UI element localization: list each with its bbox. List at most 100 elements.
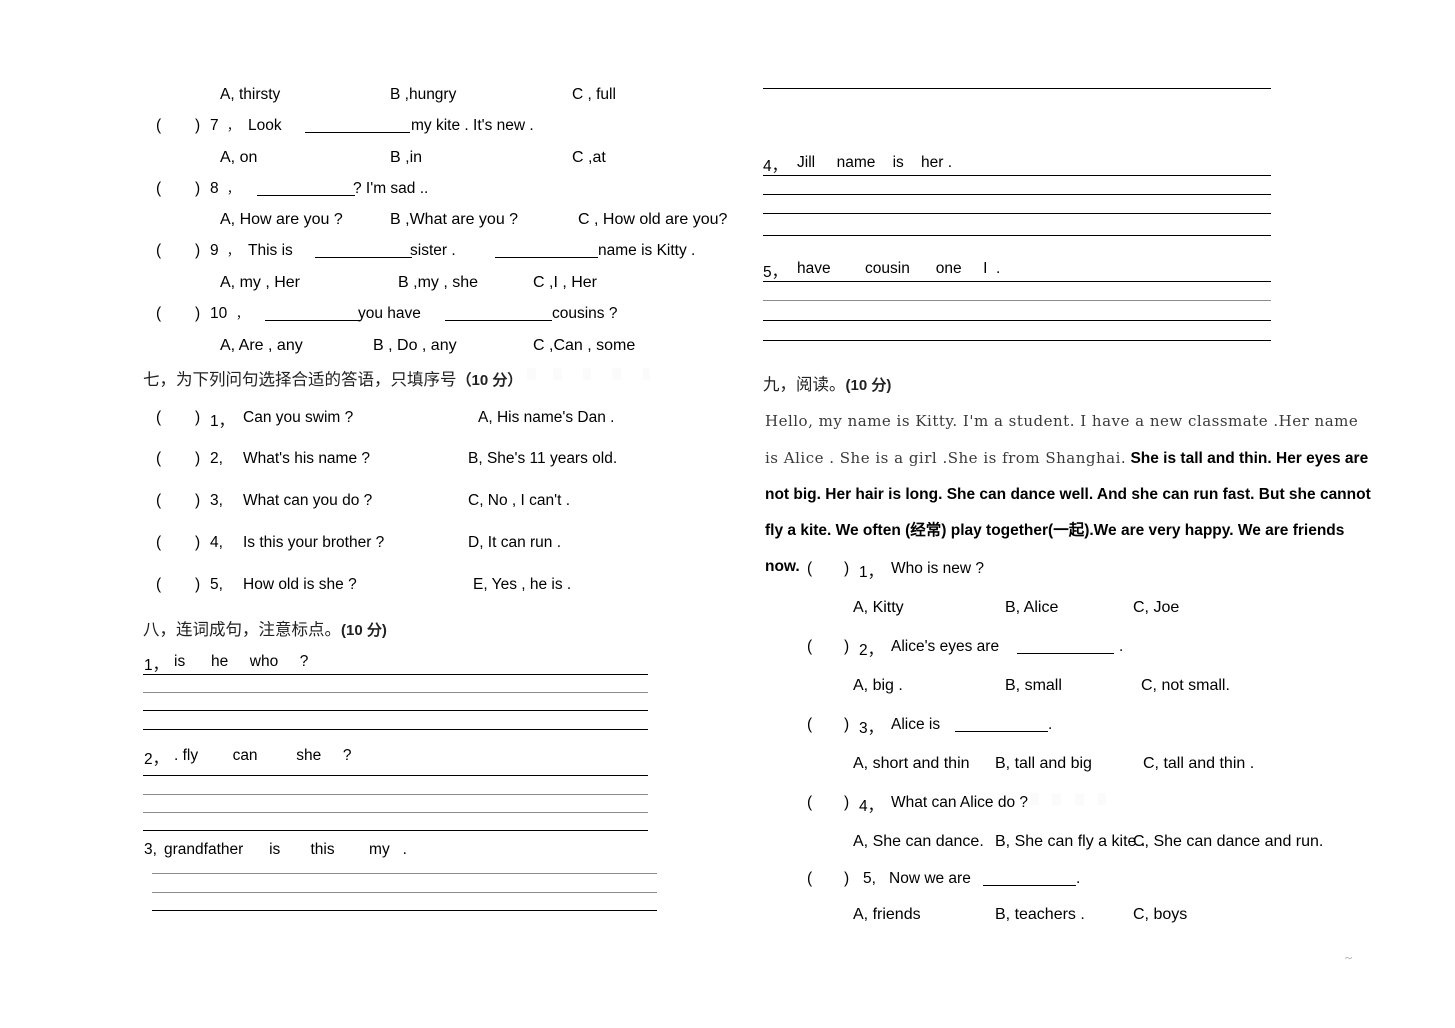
option-a-q8[interactable]: A, How are you ? <box>220 211 343 229</box>
blank-q8[interactable] <box>257 180 355 197</box>
answer-bracket-close-q10[interactable]: ) <box>195 305 200 323</box>
reading-option-b-r1[interactable]: B, Alice <box>1005 599 1058 617</box>
option-a-q9[interactable]: A, my , Her <box>220 274 300 292</box>
option-c-q7[interactable]: C ,at <box>572 149 606 167</box>
option-a-q10[interactable]: A, Are , any <box>220 337 303 355</box>
answer-bracket-close-m5[interactable]: ) <box>195 576 200 594</box>
reading-blank-r5[interactable] <box>983 870 1076 887</box>
answer-bracket-open-m4[interactable]: ( <box>156 534 161 552</box>
blank-q7[interactable] <box>305 117 410 134</box>
answer-rule-1-3[interactable] <box>143 710 648 711</box>
answer-rule-3-1[interactable] <box>152 873 657 874</box>
answer-bracket-close-r1[interactable]: ) <box>844 560 849 578</box>
answer-bracket-open-m2[interactable]: ( <box>156 450 161 468</box>
option-c[interactable]: C , full <box>572 86 616 104</box>
reading-option-a-r4[interactable]: A, She can dance. <box>853 833 984 851</box>
reading-blank-r3[interactable] <box>955 716 1048 733</box>
answer-rule-3-3[interactable] <box>152 910 657 911</box>
answer-bracket-open-q10[interactable]: ( <box>156 305 161 323</box>
match-answer-m3[interactable]: C, No , I can't . <box>468 492 570 510</box>
answer-bracket-open-r1[interactable]: ( <box>807 560 812 578</box>
reading-option-c-r5[interactable]: C, boys <box>1133 906 1187 924</box>
passage-part-sans: She is tall and thin. Her eyes are not b… <box>765 450 1371 575</box>
answer-rule-4-2[interactable] <box>763 194 1271 195</box>
answer-bracket-close-m2[interactable]: ) <box>195 450 200 468</box>
option-c-q10[interactable]: C ,Can , some <box>533 337 635 355</box>
answer-rule-2-2[interactable] <box>143 794 648 795</box>
reading-option-b-r2[interactable]: B, small <box>1005 677 1062 695</box>
question-stem-after-q8: ? I'm sad .. <box>353 180 429 197</box>
answer-rule-5-4[interactable] <box>763 340 1271 341</box>
option-b-q7[interactable]: B ,in <box>390 149 422 167</box>
answer-rule-4-3[interactable] <box>763 213 1271 214</box>
answer-bracket-close-m3[interactable]: ) <box>195 492 200 510</box>
match-answer-m2[interactable]: B, She's 11 years old. <box>468 450 617 468</box>
answer-rule-2-4[interactable] <box>143 830 648 831</box>
answer-bracket-close-r5[interactable]: ) <box>844 870 849 888</box>
blank-1-q9[interactable] <box>315 242 412 259</box>
answer-bracket-open-r4[interactable]: ( <box>807 794 812 812</box>
answer-bracket-open-m5[interactable]: ( <box>156 576 161 594</box>
answer-bracket-close-m1[interactable]: ) <box>195 409 200 427</box>
answer-rule-4-1[interactable] <box>763 175 1271 176</box>
option-b-q10[interactable]: B , Do , any <box>373 337 457 355</box>
reading-option-b-r5[interactable]: B, teachers . <box>995 906 1085 924</box>
option-c-q8[interactable]: C , How old are you? <box>578 211 727 229</box>
reading-option-c-r4[interactable]: C, She can dance and run. <box>1133 833 1323 851</box>
reading-option-a-r1[interactable]: A, Kitty <box>853 599 904 617</box>
answer-bracket-close-r4[interactable]: ) <box>844 794 849 812</box>
answer-rule-2-3[interactable] <box>143 812 648 813</box>
answer-bracket-open-r3[interactable]: ( <box>807 716 812 734</box>
option-b-q8[interactable]: B ,What are you ? <box>390 211 518 229</box>
answer-bracket-open-q8[interactable]: ( <box>156 180 161 198</box>
answer-bracket-close-q9[interactable]: ) <box>195 242 200 260</box>
reading-option-a-r3[interactable]: A, short and thin <box>853 755 970 773</box>
match-answer-m1[interactable]: A, His name's Dan . <box>478 409 614 427</box>
answer-bracket-close-q8[interactable]: ) <box>195 180 200 198</box>
blank-2-q10[interactable] <box>445 305 552 322</box>
answer-bracket-open-q7[interactable]: ( <box>156 117 161 135</box>
reading-question-number-r3: 3， <box>859 720 884 737</box>
answer-rule-1-1[interactable] <box>143 674 648 675</box>
option-a-q7[interactable]: A, on <box>220 149 257 167</box>
answer-rule-1-2[interactable] <box>143 692 648 693</box>
answer-rule-4-4[interactable] <box>763 235 1271 236</box>
reading-option-c-r3[interactable]: C, tall and thin . <box>1143 755 1254 773</box>
reading-option-c-r2[interactable]: C, not small. <box>1141 677 1230 695</box>
reading-option-a-r5[interactable]: A, friends <box>853 906 921 924</box>
option-b-q9[interactable]: B ,my , she <box>398 274 478 292</box>
match-answer-m5[interactable]: E, Yes , he is . <box>473 576 571 594</box>
answer-rule-5-3[interactable] <box>763 320 1271 321</box>
answer-bracket-close-q7[interactable]: ) <box>195 117 200 135</box>
question-stem-before-q7: Look <box>248 117 282 134</box>
answer-rule-5-1[interactable] <box>763 281 1271 282</box>
question-stem-mid-q10: you have <box>358 305 421 322</box>
option-a[interactable]: A, thirsty <box>220 86 280 104</box>
answer-bracket-open-r5[interactable]: ( <box>807 870 812 888</box>
answer-rule-5-2[interactable] <box>763 300 1271 301</box>
option-b[interactable]: B ,hungry <box>390 86 456 104</box>
answer-bracket-close-m4[interactable]: ) <box>195 534 200 552</box>
reading-option-b-r4[interactable]: B, She can fly a kite . <box>995 833 1145 851</box>
answer-rule-2-1[interactable] <box>143 775 648 776</box>
answer-rule-3-2[interactable] <box>152 892 657 893</box>
answer-rule-carryover[interactable] <box>763 88 1271 89</box>
answer-bracket-open-q9[interactable]: ( <box>156 242 161 260</box>
answer-bracket-close-r3[interactable]: ) <box>844 716 849 734</box>
answer-bracket-open-m3[interactable]: ( <box>156 492 161 510</box>
blank-1-q10[interactable] <box>265 305 360 322</box>
option-c-q9[interactable]: C ,I , Her <box>533 274 597 292</box>
scan-artifact <box>583 368 591 380</box>
blank-2-q9[interactable] <box>495 242 598 259</box>
answer-bracket-close-r2[interactable]: ) <box>844 638 849 656</box>
reading-blank-r2[interactable] <box>1017 638 1114 655</box>
reading-option-a-r2[interactable]: A, big . <box>853 677 903 695</box>
match-number-m3: 3, <box>210 492 223 509</box>
reading-option-c-r1[interactable]: C, Joe <box>1133 599 1179 617</box>
answer-rule-1-4[interactable] <box>143 729 648 730</box>
answer-bracket-open-r2[interactable]: ( <box>807 638 812 656</box>
answer-bracket-open-m1[interactable]: ( <box>156 409 161 427</box>
match-answer-m4[interactable]: D, It can run . <box>468 534 561 552</box>
reading-option-b-r3[interactable]: B, tall and big <box>995 755 1092 773</box>
match-question-m2: What's his name ? <box>243 450 371 467</box>
